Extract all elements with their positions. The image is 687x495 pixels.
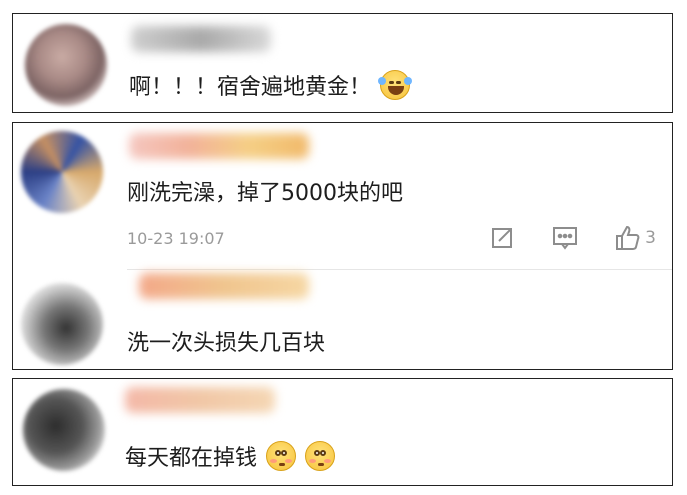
comment-text-content: 啊！！！宿舍遍地黄金！ <box>129 75 372 100</box>
username-blurred[interactable] <box>129 133 309 159</box>
like-button[interactable]: 3 <box>613 223 656 253</box>
like-count: 3 <box>645 228 656 248</box>
flushed-face-emoji <box>305 441 336 471</box>
username-blurred[interactable] <box>125 387 275 413</box>
comment-actions: 3 <box>457 223 656 253</box>
avatar[interactable] <box>21 131 103 213</box>
share-icon[interactable] <box>489 223 519 253</box>
reply-divider <box>127 269 672 270</box>
reply-text: 洗一次头损失几百块 <box>127 331 326 356</box>
laughing-tears-emoji <box>378 70 413 100</box>
avatar[interactable] <box>23 389 105 471</box>
comment-text: 每天都在掉钱 <box>125 441 336 474</box>
comment-card-with-reply: 刚洗完澡，掉了5000块的吧 10-23 19:07 3 洗一次头损失几百块 <box>12 122 673 370</box>
username-blurred[interactable] <box>131 26 271 52</box>
reply-avatar[interactable] <box>21 283 103 365</box>
thumbs-up-icon <box>616 225 640 250</box>
flushed-face-emoji <box>266 441 297 471</box>
comment-card: 啊！！！宿舍遍地黄金！ <box>12 13 673 113</box>
comment-icon[interactable] <box>551 223 581 253</box>
comment-text-content: 每天都在掉钱 <box>125 446 258 471</box>
reply-username-blurred[interactable] <box>139 273 309 299</box>
comment-text: 啊！！！宿舍遍地黄金！ <box>129 70 413 103</box>
comment-text: 刚洗完澡，掉了5000块的吧 <box>127 181 403 206</box>
comment-card: 每天都在掉钱 <box>12 378 673 486</box>
comment-timestamp: 10-23 19:07 <box>127 229 225 248</box>
avatar[interactable] <box>25 24 107 106</box>
